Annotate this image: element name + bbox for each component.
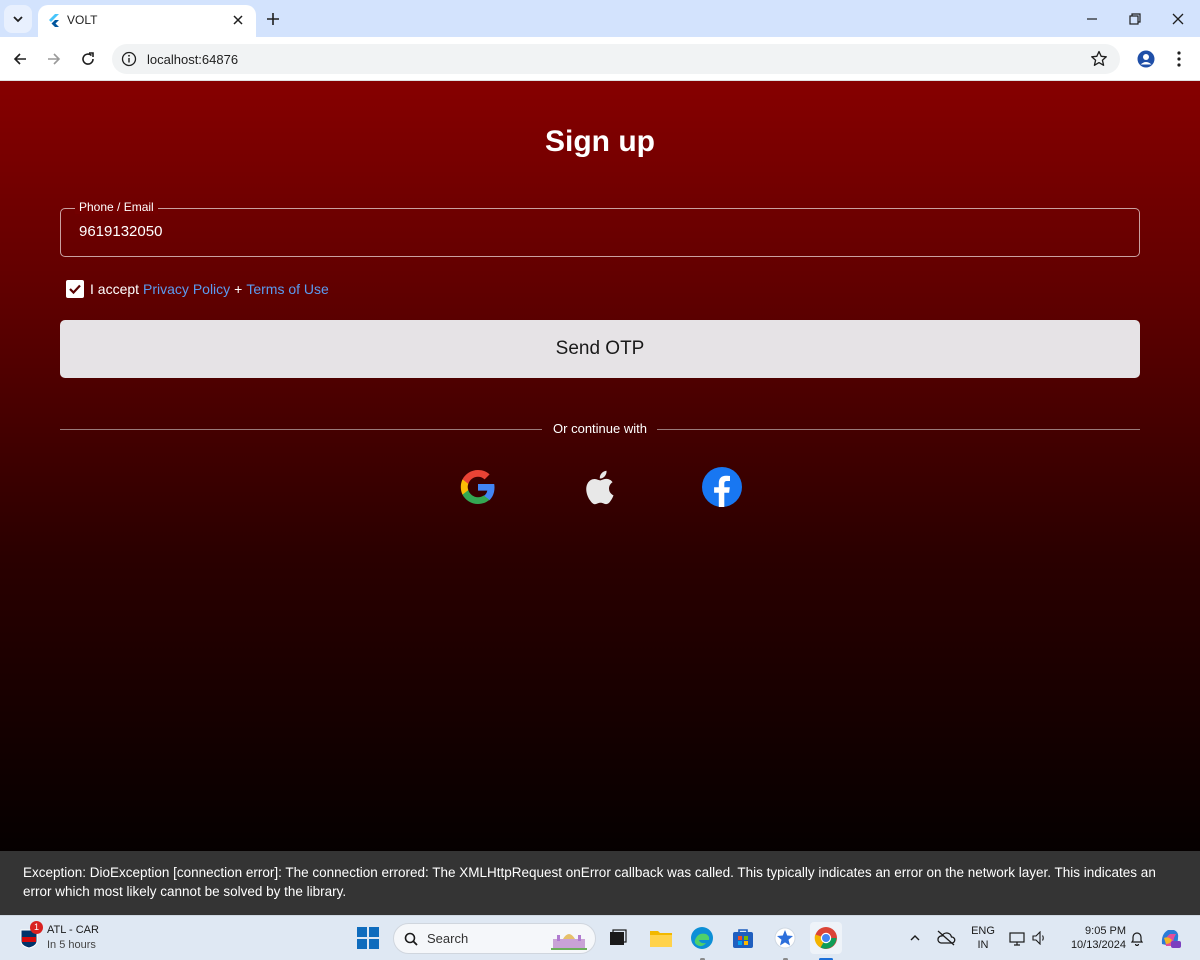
error-snackbar: Exception: DioException [connection erro… — [0, 851, 1200, 915]
task-view-icon — [610, 929, 627, 945]
widget-title: ATL - CAR — [47, 924, 99, 936]
plus-icon — [267, 13, 279, 25]
volume-button[interactable] — [1028, 922, 1052, 954]
forward-button[interactable] — [41, 46, 67, 72]
edge-icon — [691, 927, 713, 949]
address-bar[interactable]: localhost:64876 — [112, 44, 1120, 74]
windows-logo-icon — [357, 927, 379, 949]
clock-date: 10/13/2024 — [1070, 939, 1126, 951]
clock-time: 9:05 PM — [1085, 925, 1126, 937]
language-indicator[interactable]: ENG IN — [966, 924, 1000, 952]
search-placeholder: Search — [427, 931, 469, 946]
browser-tab[interactable]: VOLT — [38, 5, 256, 37]
divider-text: Or continue with — [553, 421, 647, 436]
notifications-button[interactable] — [1126, 922, 1148, 954]
app-button[interactable] — [769, 922, 801, 954]
phone-email-label: Phone / Email — [75, 200, 158, 214]
bell-icon — [1130, 932, 1144, 946]
facebook-icon — [702, 467, 742, 507]
app-star-icon — [774, 927, 796, 949]
bookmark-star-icon[interactable] — [1090, 50, 1108, 68]
url-text: localhost:64876 — [147, 52, 239, 67]
accept-terms-row: I accept Privacy Policy + Terms of Use — [66, 279, 329, 299]
start-button[interactable] — [352, 922, 384, 954]
onedrive-button[interactable] — [931, 922, 961, 954]
language-code: ENG — [971, 925, 995, 937]
new-tab-button[interactable] — [262, 8, 284, 30]
chevron-up-icon — [910, 935, 920, 941]
forward-arrow-icon — [48, 53, 61, 65]
chrome-button[interactable] — [810, 922, 842, 954]
back-button[interactable] — [7, 46, 33, 72]
google-signin-button[interactable] — [457, 466, 499, 508]
apple-signin-button[interactable] — [579, 466, 621, 508]
clock[interactable]: 9:05 PM 10/13/2024 — [1060, 924, 1126, 952]
browser-toolbar: localhost:64876 — [0, 37, 1200, 81]
notification-badge: 1 — [30, 921, 43, 934]
copilot-icon — [1161, 930, 1181, 948]
minimize-button[interactable] — [1079, 6, 1105, 32]
close-icon — [1172, 13, 1184, 25]
accept-text: I accept — [90, 281, 140, 297]
network-icon — [1009, 932, 1025, 946]
page-title: Sign up — [545, 125, 655, 158]
privacy-policy-link[interactable]: Privacy Policy — [143, 281, 230, 297]
profile-button[interactable] — [1133, 46, 1159, 72]
more-vert-icon — [1177, 51, 1181, 67]
apple-icon — [586, 470, 614, 505]
widget-subtitle: In 5 hours — [47, 939, 96, 951]
back-arrow-icon — [13, 53, 26, 65]
windows-taskbar: 1 ATL - CAR In 5 hours Search ENG IN 9:0… — [0, 915, 1200, 960]
phone-email-input[interactable] — [79, 223, 1079, 240]
browser-tab-strip: VOLT — [0, 0, 1200, 37]
reload-button[interactable] — [75, 46, 101, 72]
tab-close-button[interactable] — [229, 11, 247, 29]
region-code: IN — [977, 939, 989, 951]
close-window-button[interactable] — [1165, 6, 1191, 32]
chrome-icon — [814, 927, 837, 949]
search-highlight-icon — [551, 934, 587, 950]
volume-icon — [1032, 931, 1044, 945]
chevron-down-icon — [13, 16, 23, 23]
tray-overflow-button[interactable] — [900, 922, 930, 954]
phone-email-field[interactable]: Phone / Email — [60, 200, 1140, 257]
minimize-icon — [1087, 18, 1097, 20]
error-message: Exception: DioException [connection erro… — [23, 865, 1156, 899]
send-otp-button[interactable]: Send OTP — [60, 320, 1140, 378]
terms-of-use-link[interactable]: Terms of Use — [246, 281, 328, 297]
restore-icon — [1129, 13, 1141, 25]
profile-icon — [1137, 50, 1155, 68]
search-icon — [404, 932, 418, 946]
restore-button[interactable] — [1122, 6, 1148, 32]
store-button[interactable] — [727, 922, 759, 954]
copilot-button[interactable] — [1154, 922, 1186, 954]
close-icon — [233, 15, 243, 25]
browser-menu-button[interactable] — [1166, 46, 1192, 72]
site-info-icon[interactable] — [121, 51, 137, 67]
taskbar-search[interactable]: Search — [393, 923, 596, 954]
accept-checkbox[interactable] — [66, 280, 84, 298]
store-icon — [733, 929, 753, 948]
cloud-offline-icon — [937, 930, 956, 946]
or-continue-divider: Or continue with — [60, 419, 1140, 439]
tab-search-button[interactable] — [4, 5, 32, 33]
google-icon — [460, 470, 495, 504]
widget-text[interactable]: ATL - CAR In 5 hours — [47, 923, 99, 953]
facebook-signin-button[interactable] — [701, 466, 743, 508]
tab-title: VOLT — [67, 13, 98, 27]
check-icon — [69, 284, 81, 295]
task-view-button[interactable] — [602, 922, 634, 954]
flutter-icon — [49, 14, 59, 27]
edge-button[interactable] — [686, 922, 718, 954]
folder-icon — [650, 931, 672, 947]
file-explorer-button[interactable] — [645, 922, 677, 954]
signup-screen: Sign up Phone / Email I accept Privacy P… — [0, 81, 1200, 851]
plus-text: + — [234, 281, 243, 297]
reload-icon — [82, 52, 94, 65]
